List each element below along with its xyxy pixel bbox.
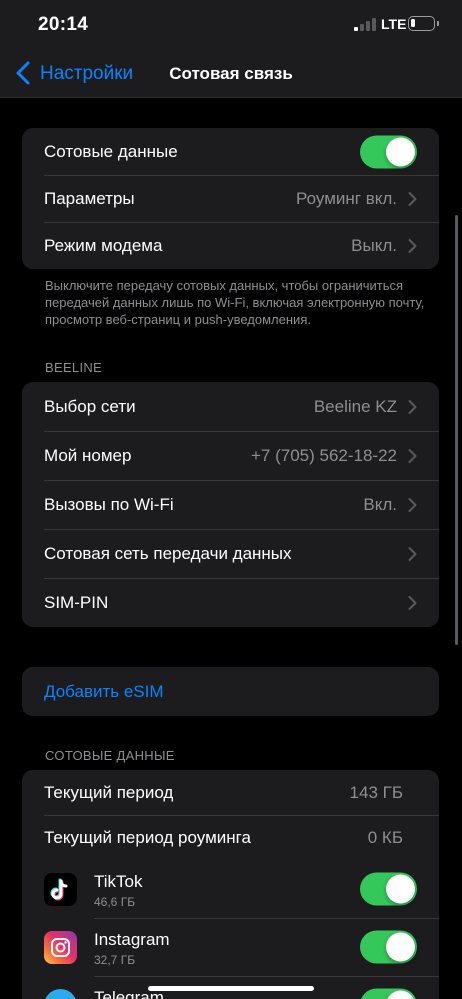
chevron-right-icon: [408, 448, 417, 463]
instagram-data-toggle[interactable]: [360, 930, 417, 964]
status-time: 20:14: [38, 14, 89, 35]
hotspot-label: Режим модема: [44, 235, 163, 255]
cellular-data-label: Сотовые данные: [44, 141, 178, 161]
roaming-period-label: Текущий период роуминга: [44, 827, 251, 847]
chevron-right-icon: [408, 595, 417, 610]
cellular-data-network-row[interactable]: Сотовая сеть передачи данных: [22, 529, 439, 578]
options-label: Параметры: [44, 188, 135, 208]
app-name: Instagram: [94, 930, 170, 949]
add-esim-label: Добавить eSIM: [44, 681, 164, 701]
chevron-right-icon: [408, 191, 417, 206]
page-title: Сотовая связь: [169, 64, 293, 83]
app-row-tiktok: TikTok 46,6 ГБ: [22, 860, 439, 918]
telegram-icon: [44, 989, 77, 999]
wifi-calling-row[interactable]: Вызовы по Wi-Fi Вкл.: [22, 480, 439, 529]
app-row-instagram: Instagram 32,7 ГБ: [22, 918, 439, 976]
cellular-data-footnote: Выключите передачу сотовых данных, чтобы…: [45, 278, 425, 327]
tiktok-data-toggle[interactable]: [360, 872, 417, 906]
network-selection-row[interactable]: Выбор сети Beeline KZ: [22, 382, 439, 431]
battery-icon: [408, 16, 435, 31]
usage-group: Текущий период 143 ГБ Текущий период роу…: [22, 770, 439, 999]
carrier-group: Выбор сети Beeline KZ Мой номер +7 (705)…: [22, 382, 439, 627]
network-selection-value: Beeline KZ: [313, 396, 397, 416]
tiktok-icon: [44, 873, 77, 906]
network-selection-label: Выбор сети: [44, 396, 136, 416]
navigation-bar: Настройки Сотовая связь: [0, 50, 462, 98]
carrier-section-header: BEELINE: [45, 360, 103, 375]
options-value: Роуминг вкл.: [296, 188, 397, 208]
hotspot-value: Выкл.: [351, 235, 397, 255]
usage-section-header: СОТОВЫЕ ДАННЫЕ: [45, 748, 175, 763]
status-bar: 20:14 LTE: [0, 0, 462, 50]
current-period-value: 143 ГБ: [349, 782, 403, 802]
battery-cap: [437, 21, 439, 26]
esim-group: Добавить eSIM: [22, 667, 439, 716]
cellular-data-row: Сотовые данные: [22, 128, 439, 175]
hotspot-row[interactable]: Режим модема Выкл.: [22, 222, 439, 269]
add-esim-button[interactable]: Добавить eSIM: [22, 667, 439, 716]
wifi-calling-value: Вкл.: [363, 494, 397, 514]
sim-pin-label: SIM-PIN: [44, 592, 109, 612]
current-period-label: Текущий период: [44, 782, 174, 802]
current-period-row: Текущий период 143 ГБ: [22, 770, 439, 815]
roaming-period-row: Текущий период роуминга 0 КБ: [22, 815, 439, 860]
sim-pin-row[interactable]: SIM-PIN: [22, 578, 439, 627]
app-size: 46,6 ГБ: [94, 895, 136, 909]
my-number-label: Мой номер: [44, 445, 132, 465]
chevron-right-icon: [408, 399, 417, 414]
telegram-data-toggle[interactable]: [360, 988, 417, 999]
cellular-data-network-label: Сотовая сеть передачи данных: [44, 543, 292, 563]
app-size: 32,7 ГБ: [94, 953, 136, 967]
home-indicator[interactable]: [148, 986, 314, 991]
chevron-right-icon: [408, 238, 417, 253]
options-row[interactable]: Параметры Роуминг вкл.: [22, 175, 439, 222]
cellular-group: Сотовые данные Параметры Роуминг вкл. Ре…: [22, 128, 439, 269]
app-name: TikTok: [94, 872, 143, 891]
my-number-value: +7 (705) 562-18-22: [250, 445, 397, 465]
network-type: LTE: [381, 16, 407, 32]
scrollbar[interactable]: [455, 215, 458, 645]
my-number-row[interactable]: Мой номер +7 (705) 562-18-22: [22, 431, 439, 480]
signal-strength-icon: [354, 17, 376, 31]
cellular-data-toggle[interactable]: [360, 135, 417, 168]
instagram-icon: [44, 931, 77, 964]
chevron-right-icon: [408, 497, 417, 512]
roaming-period-value: 0 КБ: [367, 827, 403, 847]
wifi-calling-label: Вызовы по Wi-Fi: [44, 494, 174, 514]
chevron-right-icon: [408, 546, 417, 561]
